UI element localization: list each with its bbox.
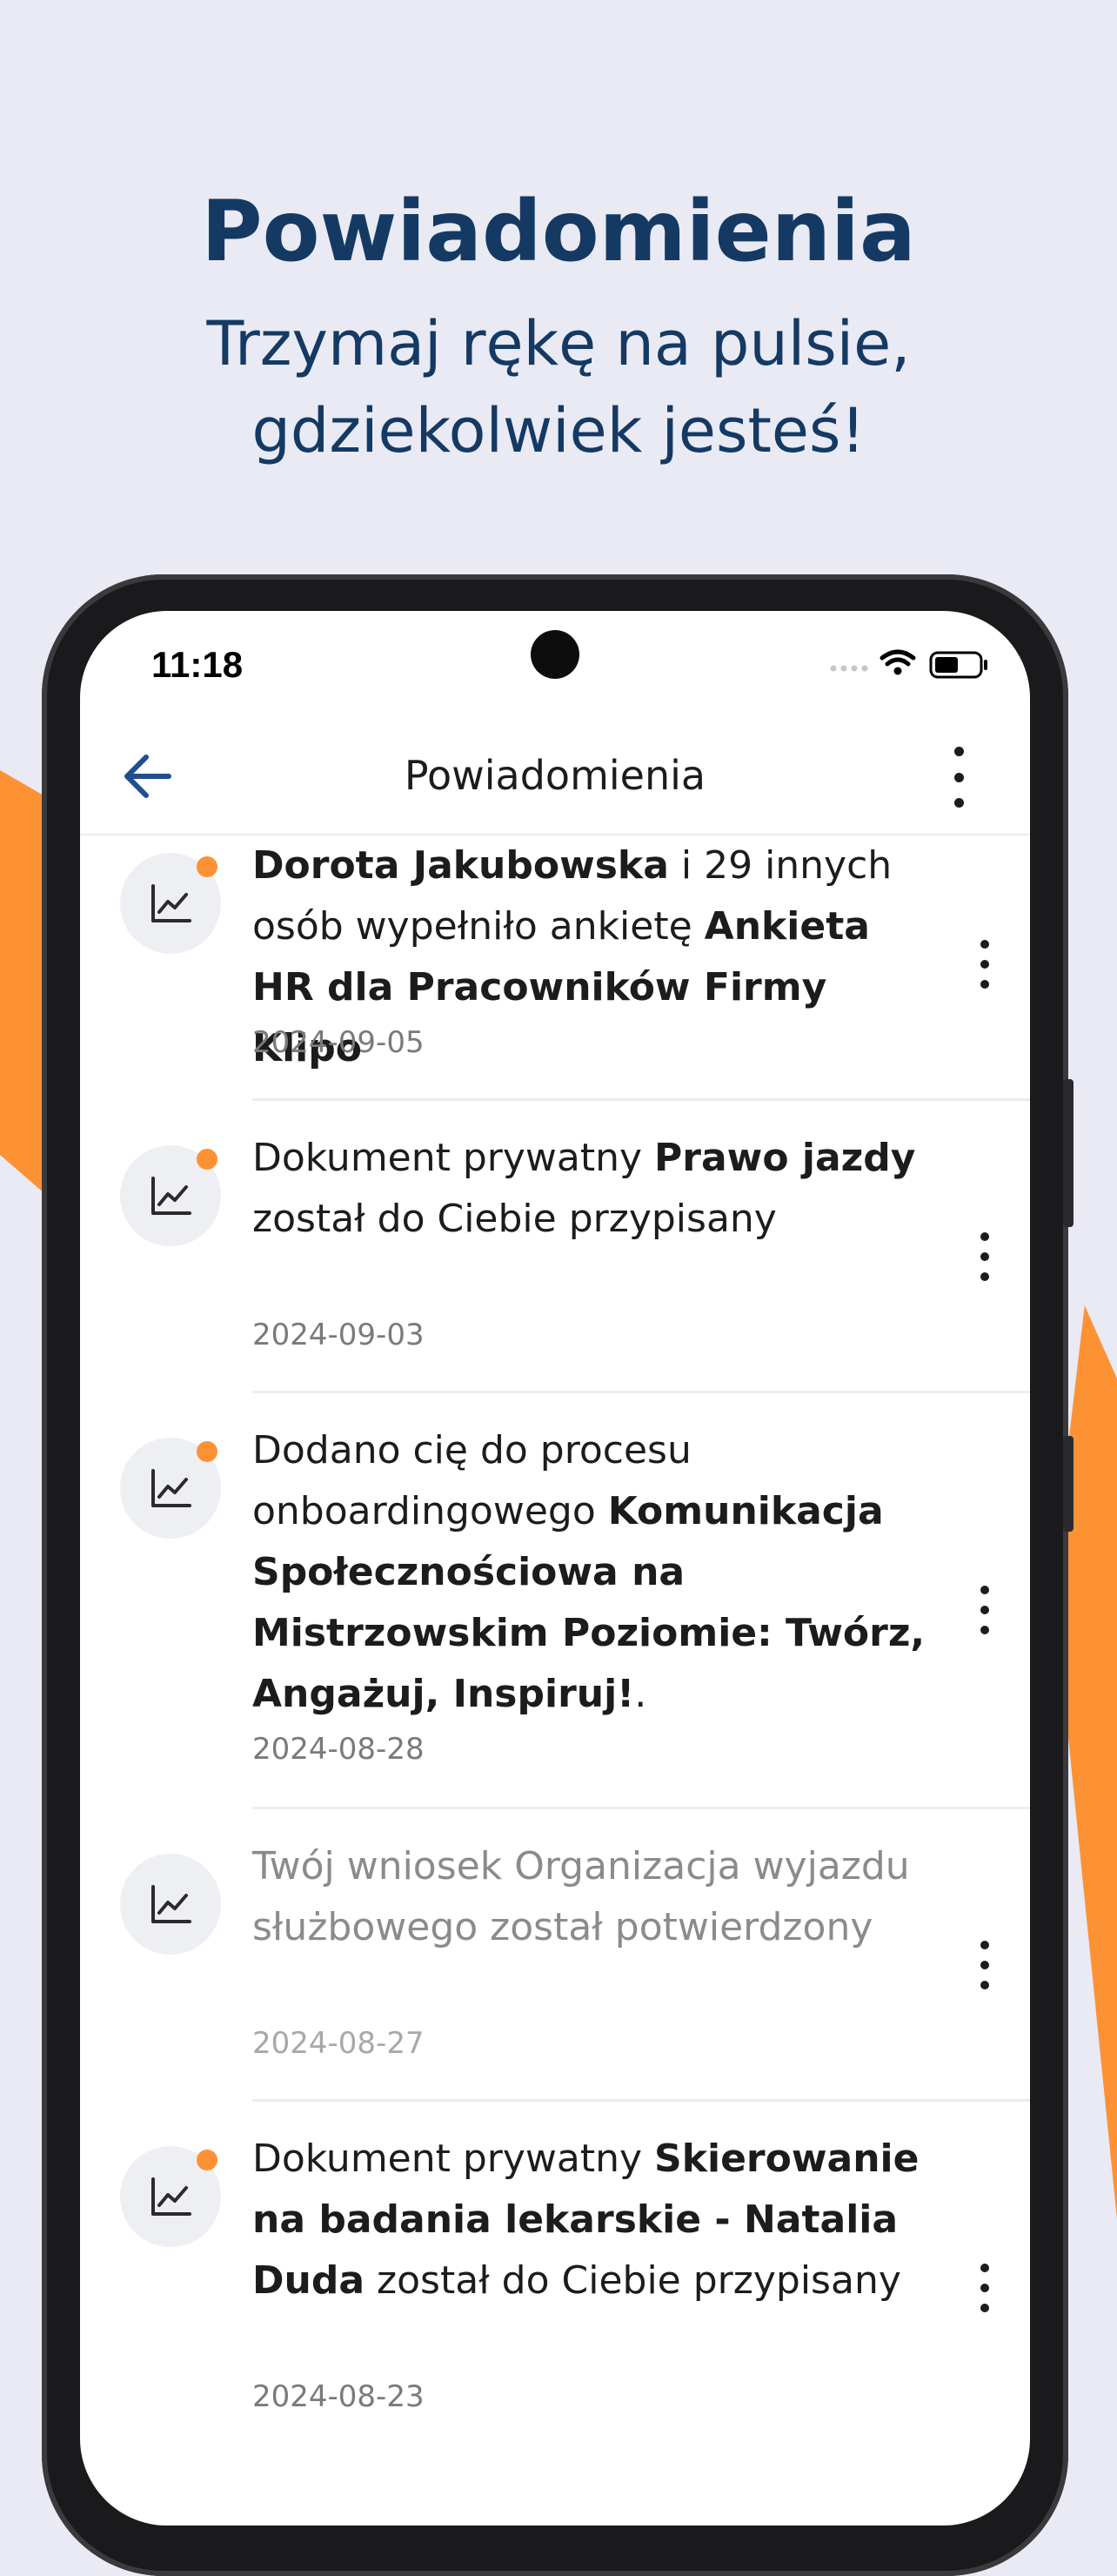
notification-date: 2024-09-03 xyxy=(252,1318,425,1352)
notification-text: Dodano cię do procesu onboardingowego Ko… xyxy=(252,1420,931,1725)
notification-text-bold: Prawo jazdy xyxy=(654,1136,916,1180)
notification-menu-button[interactable] xyxy=(972,1586,998,1634)
signal-icon xyxy=(830,649,987,679)
notification-text-segment: . xyxy=(634,1672,647,1716)
notification-text-segment: został do Ciebie przypisany xyxy=(252,1197,777,1241)
more-vertical-icon xyxy=(972,1232,998,1281)
notification-avatar xyxy=(120,1438,221,1539)
wifi-icon xyxy=(880,649,916,675)
list-divider xyxy=(252,1807,1030,1809)
notification-date: 2024-08-23 xyxy=(252,2379,425,2414)
list-divider xyxy=(252,1391,1030,1393)
notification-text-segment: Dokument prywatny xyxy=(252,2137,655,2181)
phone-side-button xyxy=(1063,1079,1074,1227)
notification-avatar xyxy=(120,1854,221,1955)
app-bar: Powiadomienia xyxy=(80,715,1030,835)
notification-menu-button[interactable] xyxy=(972,1232,998,1281)
notification-text-segment: Twój wniosek Organizacja wyjazdu służbow… xyxy=(252,1844,910,1949)
notification-text-bold: Dorota Jakubowska xyxy=(252,843,669,888)
notification-date: 2024-09-05 xyxy=(252,1025,425,1060)
unread-indicator xyxy=(197,1149,217,1170)
phone-screen: 11:18 Powiadomienia Dorota Jakubowska i … xyxy=(80,611,1030,2526)
app-bar-title: Powiadomienia xyxy=(404,752,706,799)
notification-date: 2024-08-28 xyxy=(252,1732,425,1767)
unread-indicator xyxy=(197,2150,217,2170)
status-time: 11:18 xyxy=(151,644,244,685)
notification-text: Twój wniosek Organizacja wyjazdu służbow… xyxy=(252,1836,931,1958)
hero-subtitle-line-1: Trzymaj rękę na pulsie, xyxy=(206,308,911,379)
battery-icon xyxy=(929,651,987,679)
hero-subtitle: Trzymaj rękę na pulsie, gdziekolwiek jes… xyxy=(0,300,1117,474)
more-vertical-icon xyxy=(972,940,998,989)
more-vertical-icon xyxy=(941,747,976,808)
unread-indicator xyxy=(197,856,217,877)
chart-line-icon xyxy=(151,884,191,922)
notification-avatar xyxy=(120,1145,221,1246)
notification-text: Dokument prywatny Prawo jazdy został do … xyxy=(252,1128,931,1250)
chart-line-icon xyxy=(151,1177,191,1215)
more-vertical-icon xyxy=(972,1586,998,1634)
notification-avatar xyxy=(120,853,221,954)
unread-indicator xyxy=(197,1441,217,1462)
notification-menu-button[interactable] xyxy=(972,940,998,989)
notification-text-segment: został do Ciebie przypisany xyxy=(365,2258,901,2303)
notification-menu-button[interactable] xyxy=(972,1941,998,1989)
hero-title: Powiadomienia xyxy=(201,183,916,280)
notification-text: Dokument prywatny Skierowanie na badania… xyxy=(252,2129,931,2311)
notification-text-segment: Dokument prywatny xyxy=(252,1136,655,1180)
notification-date: 2024-08-27 xyxy=(252,2026,425,2061)
status-icons xyxy=(826,646,1000,681)
phone-side-button xyxy=(1063,1436,1074,1532)
notification-menu-button[interactable] xyxy=(972,2264,998,2312)
list-divider xyxy=(252,2099,1030,2102)
more-vertical-icon xyxy=(972,2264,998,2312)
notification-avatar xyxy=(120,2146,221,2247)
chart-line-icon xyxy=(151,2177,191,2216)
chart-line-icon xyxy=(151,1469,191,1507)
status-bar: 11:18 xyxy=(80,611,1030,715)
more-options-button[interactable] xyxy=(941,747,976,808)
more-vertical-icon xyxy=(972,1941,998,1989)
list-divider xyxy=(252,1098,1030,1101)
front-camera xyxy=(531,630,579,679)
chart-line-icon xyxy=(151,1885,191,1923)
hero-subtitle-line-2: gdziekolwiek jesteś! xyxy=(251,395,866,466)
